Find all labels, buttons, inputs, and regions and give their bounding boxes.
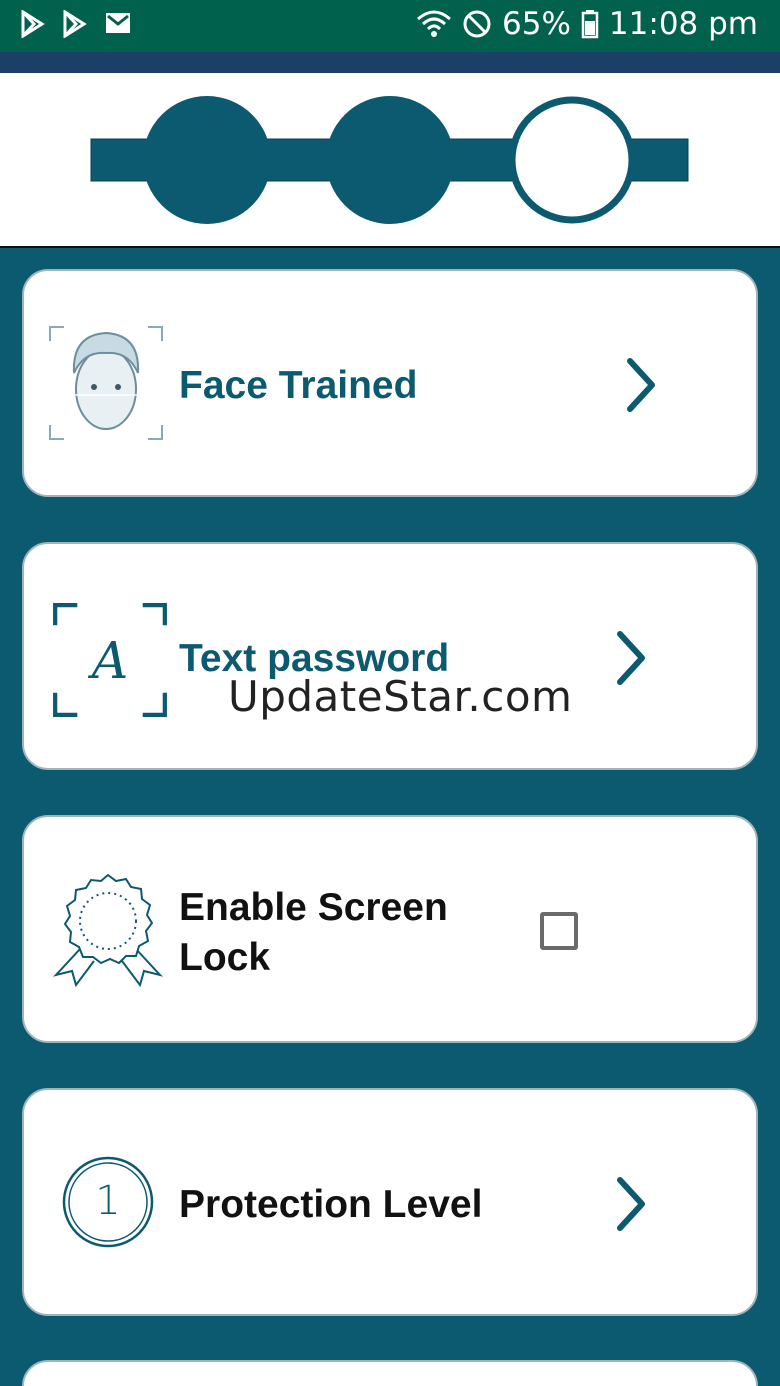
wifi-icon	[417, 10, 452, 37]
system-icons: 65% 11:08 pm	[416, 6, 758, 42]
card-label: Enable Screen Lock	[179, 886, 448, 979]
play-store-icon	[21, 10, 45, 38]
badge-icon	[52, 873, 164, 987]
play-store-icon	[63, 10, 87, 38]
level-digit: 1	[95, 1178, 121, 1224]
step-2-circle	[326, 96, 454, 224]
enable-screen-lock-card[interactable]: Enable Screen Lock	[22, 815, 758, 1043]
step-3-circle	[508, 96, 636, 224]
next-card-partial[interactable]	[22, 1360, 758, 1386]
progress-stepper	[90, 96, 689, 224]
step-1-circle	[143, 96, 271, 224]
watermark: UpdateStar.com	[228, 672, 573, 721]
chevron-right-icon[interactable]	[614, 630, 648, 686]
do-not-disturb-icon	[463, 10, 491, 38]
face-scan-icon	[48, 326, 164, 440]
notification-icons	[20, 10, 132, 38]
progress-stepper-panel	[0, 73, 780, 248]
text-scan-icon: A	[53, 603, 167, 717]
battery-icon	[581, 10, 599, 39]
chevron-right-icon[interactable]	[624, 357, 658, 413]
protection-level-card[interactable]: 1 Protection Level	[22, 1088, 758, 1316]
chevron-right-icon[interactable]	[614, 1176, 648, 1232]
battery-percent: 65%	[502, 6, 571, 42]
svg-text:A: A	[88, 631, 129, 690]
app-bar	[0, 52, 780, 73]
clock: 11:08 pm	[608, 6, 758, 42]
card-label: Face Trained	[179, 364, 418, 407]
screen-lock-checkbox[interactable]	[540, 912, 578, 950]
card-label: Protection Level	[179, 1183, 483, 1226]
text-password-card[interactable]: A Text password	[22, 542, 758, 770]
face-trained-card[interactable]: Face Trained	[22, 269, 758, 497]
status-bar: 65% 11:08 pm	[0, 0, 780, 52]
gmail-icon	[106, 13, 130, 33]
